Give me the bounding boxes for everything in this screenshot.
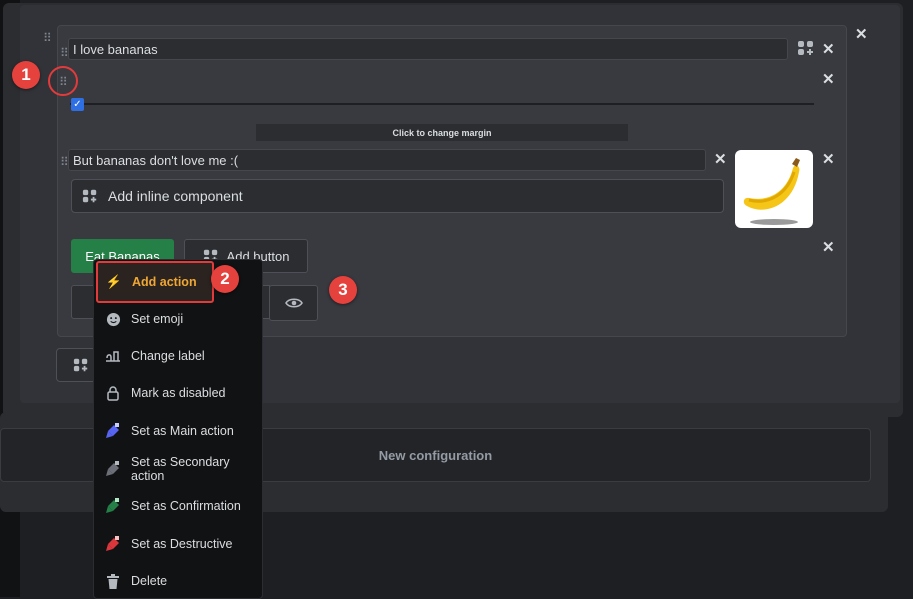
menu-item-label: Set as Confirmation [131, 499, 241, 513]
preview-button[interactable] [269, 285, 318, 321]
add-component-icon [82, 189, 97, 203]
eye-icon [284, 298, 303, 308]
menu-item-secondary-action[interactable]: Set as Secondary action [102, 455, 261, 483]
drag-handle-icon[interactable]: ⠿ [60, 156, 69, 168]
menu-item-main-action[interactable]: Set as Main action [102, 417, 261, 445]
lock-icon [105, 385, 121, 401]
add-component-button[interactable] [56, 348, 96, 382]
menu-item-label: Delete [131, 574, 168, 588]
menu-item-label: Set emoji [131, 312, 184, 326]
trash-icon [105, 573, 121, 589]
menu-item-set-emoji[interactable]: Set emoji [102, 305, 261, 333]
context-menu: ⚡ Add action Set emoji Change label Mark… [93, 259, 263, 599]
close-icon[interactable]: ✕ [714, 152, 727, 167]
add-component-icon[interactable] [797, 40, 815, 56]
drag-handle-icon[interactable]: ⠿ [60, 47, 69, 59]
drag-handle-icon[interactable]: ⠿ [43, 32, 52, 44]
menu-item-mark-disabled[interactable]: Mark as disabled [102, 379, 261, 407]
menu-item-change-label[interactable]: Change label [102, 342, 261, 370]
menu-item-label: Set as Destructive [131, 537, 233, 551]
brush-icon [105, 498, 121, 514]
menu-item-label: Set as Secondary action [131, 455, 230, 483]
divider-checkbox[interactable]: ✓ [71, 98, 84, 111]
brush-icon [105, 536, 121, 552]
menu-item-label: Mark as disabled [131, 386, 226, 400]
close-icon[interactable]: ✕ [822, 240, 835, 255]
close-icon[interactable]: ✕ [855, 27, 868, 42]
brush-icon [105, 461, 121, 477]
label-icon [105, 348, 121, 364]
menu-item-label: Add action [132, 275, 197, 289]
marker-2: 2 [211, 265, 239, 293]
margin-toggle[interactable]: Click to change margin [256, 124, 628, 141]
banana-image [743, 158, 800, 225]
menu-item-label: Set as Main action [131, 424, 234, 438]
close-icon[interactable]: ✕ [822, 152, 835, 167]
marker-3: 3 [329, 276, 357, 304]
menu-item-delete[interactable]: Delete [102, 567, 261, 595]
menu-item-destructive[interactable]: Set as Destructive [102, 530, 261, 558]
brush-icon [105, 423, 121, 439]
section-text-field[interactable]: But bananas don't love me :( [68, 149, 706, 171]
close-icon[interactable]: ✕ [822, 72, 835, 87]
lightning-icon: ⚡ [105, 274, 123, 289]
close-icon[interactable]: ✕ [822, 42, 835, 57]
menu-item-add-action[interactable]: ⚡ Add action [96, 261, 214, 303]
smile-icon [105, 311, 121, 327]
separator-line [70, 103, 814, 105]
add-inline-component-button[interactable]: Add inline component [71, 179, 724, 213]
text-display-value: I love bananas [73, 41, 158, 57]
marker-1: 1 [12, 61, 40, 89]
section-text-value: But bananas don't love me :( [73, 152, 239, 168]
add-inline-component-label: Add inline component [108, 188, 243, 204]
text-display-field[interactable]: I love bananas [68, 38, 788, 60]
add-component-icon [73, 358, 88, 372]
banana-thumbnail[interactable] [735, 150, 813, 228]
drag-handle-icon[interactable]: ⠿ [59, 76, 68, 88]
menu-item-confirmation[interactable]: Set as Confirmation [102, 492, 261, 520]
menu-item-label: Change label [131, 349, 205, 363]
